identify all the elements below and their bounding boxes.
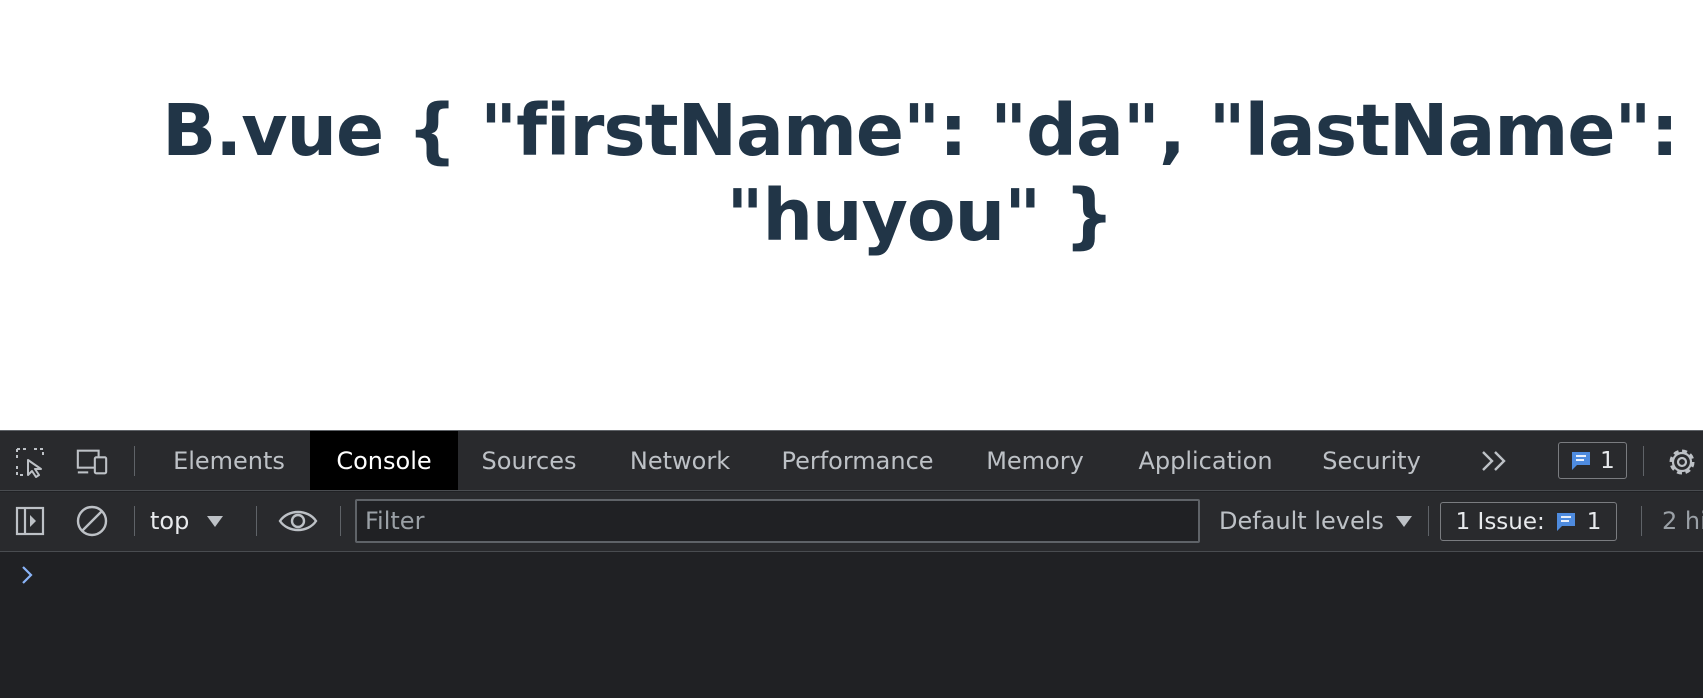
toolbar-separator (134, 446, 135, 476)
issue-counter-label: 1 Issue: (1455, 508, 1545, 535)
tab-network[interactable]: Network (612, 431, 748, 490)
sidebar-toggle-icon[interactable] (13, 504, 47, 538)
clear-console-icon[interactable] (75, 504, 109, 538)
issues-badge-count: 1 (1600, 447, 1615, 474)
js-context-select[interactable]: top (150, 500, 224, 542)
toolbar-separator (340, 506, 341, 536)
toolbar-separator (134, 506, 135, 536)
page-content: B.vue { "firstName": "da", "lastName": "… (0, 0, 1703, 430)
tab-performance[interactable]: Performance (770, 431, 945, 490)
console-prompt-icon (18, 562, 38, 588)
toolbar-separator (1428, 506, 1429, 536)
issue-counter-button[interactable]: 1 Issue: 1 (1440, 502, 1617, 541)
chevron-down-icon (1395, 515, 1412, 527)
toolbar-separator (256, 506, 257, 536)
console-toolbar: top Default levels 1 Issue: 1 2 hi (0, 492, 1703, 552)
toolbar-separator (1643, 446, 1644, 476)
tab-elements[interactable]: Elements (158, 431, 300, 490)
console-output[interactable] (0, 552, 1703, 698)
tab-console[interactable]: Console (310, 431, 458, 490)
chat-issue-icon (1556, 512, 1575, 531)
tab-application[interactable]: Application (1128, 431, 1283, 490)
log-levels-select[interactable]: Default levels (1219, 500, 1412, 542)
double-chevron-right-icon (1482, 451, 1506, 471)
devtools-tabbar: Elements Console Sources Network Perform… (0, 431, 1703, 491)
tab-memory[interactable]: Memory (970, 431, 1100, 490)
toolbar-separator (1641, 506, 1642, 536)
issue-counter-count: 1 (1586, 508, 1602, 535)
filter-input[interactable] (355, 499, 1200, 543)
chat-issue-icon (1572, 451, 1591, 470)
tab-sources[interactable]: Sources (468, 431, 590, 490)
page-heading: B.vue { "firstName": "da", "lastName": "… (162, 89, 1702, 257)
issues-badge-button[interactable]: 1 (1558, 442, 1627, 479)
settings-gear-icon[interactable] (1664, 444, 1700, 480)
log-levels-label: Default levels (1219, 507, 1384, 535)
chevron-down-icon (207, 515, 224, 527)
inspect-element-icon[interactable] (13, 445, 47, 479)
js-context-label: top (150, 507, 190, 535)
more-tabs-button[interactable] (1478, 445, 1512, 477)
hidden-messages-count: 2 hi (1662, 507, 1703, 535)
eye-icon[interactable] (278, 504, 318, 538)
device-toolbar-icon[interactable] (75, 445, 109, 479)
devtools-panel: Elements Console Sources Network Perform… (0, 430, 1703, 698)
tab-security[interactable]: Security (1305, 431, 1438, 490)
